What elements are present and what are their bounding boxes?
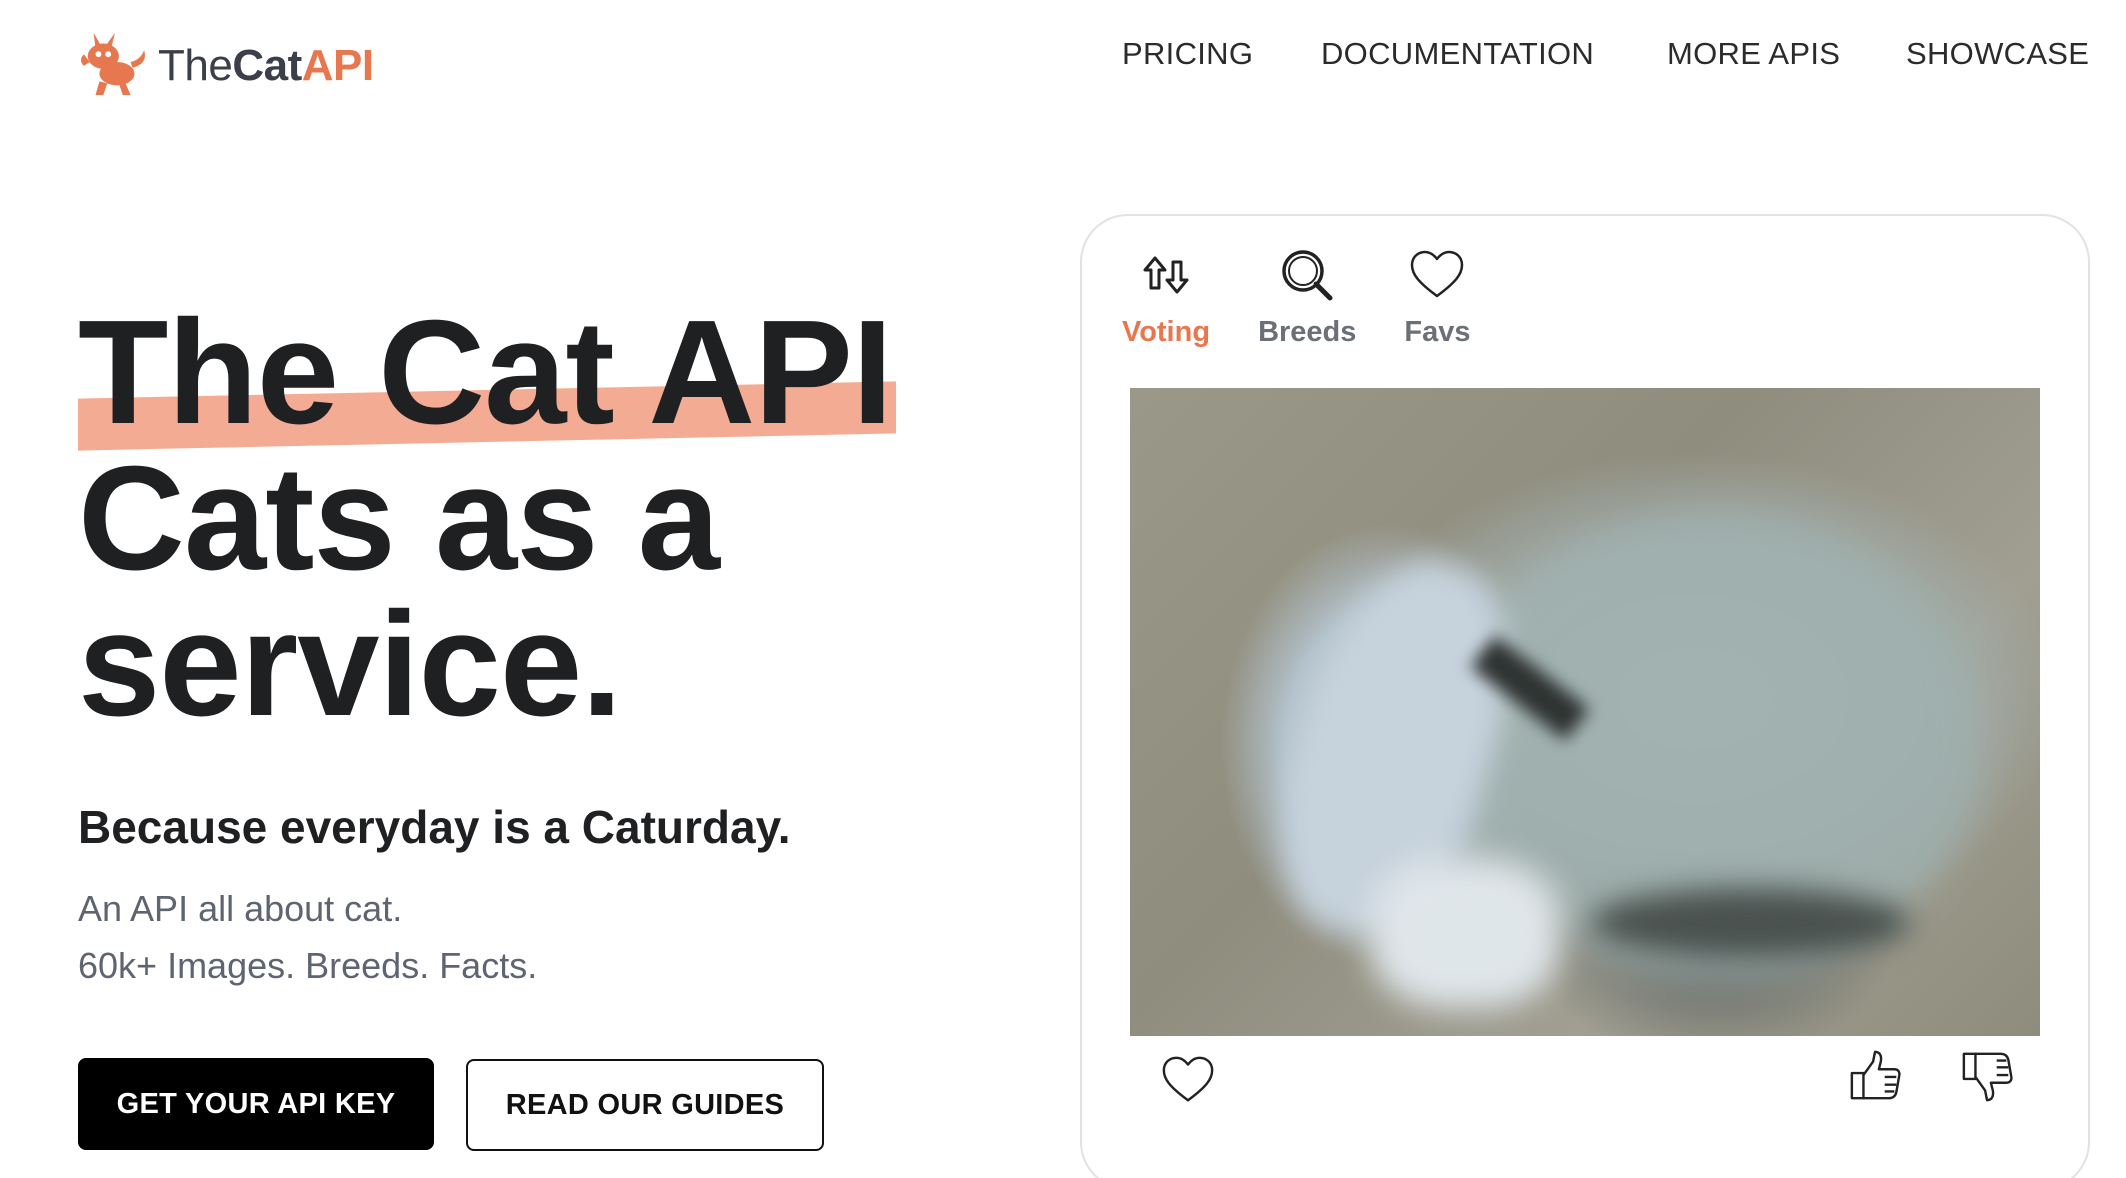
hero-title-line3: service. [78,582,622,747]
search-icon [1282,250,1333,301]
logo-the: The [158,41,233,90]
logo-api: API [301,41,374,90]
hero-title-line1: The Cat API [78,290,893,455]
hero-description: An API all about cat. 60k+ Images. Breed… [78,880,537,994]
nav-pricing[interactable]: PRICING [1122,34,1253,74]
logo[interactable]: TheCatAPI [76,18,374,104]
nav-more-apis[interactable]: MORE APIS [1667,34,1840,74]
tab-favs-label: Favs [1404,316,1471,348]
logo-wordmark: TheCatAPI [158,41,374,91]
thumbs-up-icon [1850,1050,1901,1100]
hero-desc-line2: 60k+ Images. Breeds. Facts. [78,945,538,986]
tab-favs[interactable]: Favs [1404,246,1471,349]
nav-documentation[interactable]: DOCUMENTATION [1321,34,1594,74]
vote-arrows-icon [1143,256,1189,294]
cat-image [1130,388,2040,1036]
tab-breeds-label: Breeds [1258,316,1357,348]
cat-logo-icon [80,32,145,96]
logo-cat: Cat [232,41,302,90]
card-tabs: Voting Breeds Favs [1122,246,1519,349]
read-guides-button[interactable]: READ OUR GUIDES [466,1059,824,1151]
cat-paw-shape [1370,858,1560,1008]
hero-tagline: Because everyday is a Caturday. [78,801,791,853]
cat-shadow-shape [1590,888,1910,958]
cat-voting-card: Voting Breeds Favs [1080,214,2090,1178]
vote-down-button[interactable] [1960,1048,2016,1109]
favourite-button[interactable] [1160,1052,1216,1113]
get-api-key-button[interactable]: GET YOUR API KEY [78,1058,434,1150]
page: TheCatAPI PRICING DOCUMENTATION MORE API… [0,0,2126,1178]
hero-title: The Cat API Cats as a service. [78,299,978,747]
hero-desc-line1: An API all about cat. [78,888,403,929]
tab-voting[interactable]: Voting [1122,246,1210,349]
vote-up-button[interactable] [1848,1048,1904,1109]
hero-title-line2: Cats as a [78,436,720,601]
hero-title-line1-wrap: The Cat API [78,299,896,451]
tab-breeds[interactable]: Breeds [1258,246,1356,349]
thumbs-down-icon [1962,1052,2013,1102]
heart-icon [1411,250,1464,298]
nav-showcase[interactable]: SHOWCASE [1906,34,2089,74]
top-nav: PRICING DOCUMENTATION MORE APIS SHOWCASE [1110,34,2110,82]
heart-icon [1162,1056,1214,1102]
tab-voting-label: Voting [1122,316,1211,348]
